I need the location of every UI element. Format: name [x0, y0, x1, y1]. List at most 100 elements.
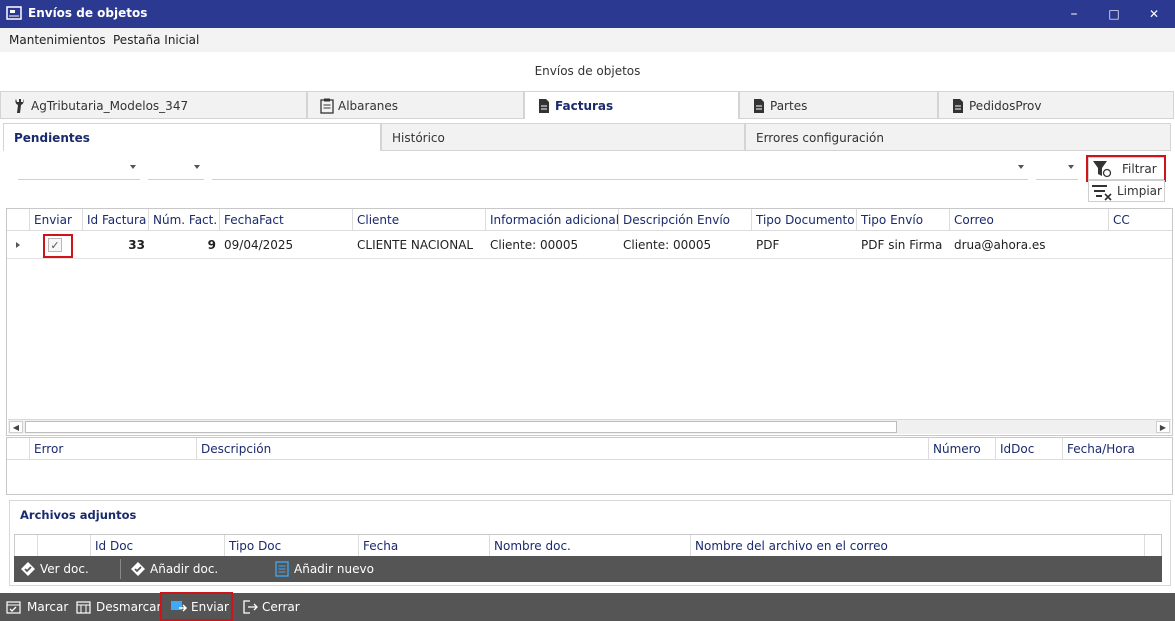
tab-label: Facturas	[555, 99, 614, 113]
cell-id-factura: 33	[128, 238, 145, 252]
highlight-box	[160, 592, 233, 621]
cell-cliente: CLIENTE NACIONAL	[357, 238, 474, 252]
document-icon	[539, 99, 549, 113]
tab-errores-configuracion[interactable]: Errores configuración	[745, 123, 1171, 151]
clipboard-icon	[320, 98, 334, 114]
tab-agtributaria[interactable]: AgTributaria_Modelos_347	[0, 91, 307, 119]
col-tipo-envio[interactable]: Tipo Envío	[857, 209, 950, 231]
col-fecha-hora[interactable]: Fecha/Hora	[1063, 438, 1172, 460]
minimize-button[interactable]: –	[1064, 4, 1084, 24]
col-tipo-documento[interactable]: Tipo Documento	[752, 209, 857, 231]
cerrar-label: Cerrar	[262, 600, 300, 614]
document-icon	[754, 99, 764, 113]
tab-label: Pendientes	[14, 131, 90, 145]
menu-mantenimientos[interactable]: Mantenimientos	[9, 33, 106, 47]
scroll-right-icon[interactable]: ▶	[1156, 421, 1170, 433]
row-indicator-header	[7, 438, 30, 460]
col-error[interactable]: Error	[30, 438, 197, 460]
col-cliente[interactable]: Cliente	[353, 209, 486, 231]
col-cc[interactable]: CC	[1109, 209, 1172, 231]
chevron-down-icon	[130, 165, 136, 169]
col-nombre-doc[interactable]: Nombre doc.	[490, 535, 691, 557]
desmarcar-label: Desmarcar	[96, 600, 162, 614]
highlight-box	[1086, 155, 1166, 182]
col-correo[interactable]: Correo	[950, 209, 1109, 231]
cell-correo: drua@ahora.es	[954, 238, 1046, 252]
tab-pedidosprov[interactable]: PedidosProv	[938, 91, 1174, 119]
marcar-button[interactable]: Marcar	[6, 593, 68, 621]
horizontal-scrollbar[interactable]: ◀ ▶	[8, 419, 1171, 434]
tab-label: Histórico	[392, 131, 445, 145]
tab-facturas[interactable]: Facturas	[524, 91, 739, 119]
cell-cc	[1109, 232, 1172, 258]
row-indicator-header	[7, 209, 30, 231]
tab-pendientes[interactable]: Pendientes	[3, 123, 381, 151]
clear-filter-icon	[1092, 185, 1112, 201]
col-descripcion-envio[interactable]: Descripción Envío	[619, 209, 752, 231]
limpiar-label: Limpiar	[1117, 184, 1162, 198]
cell-tipo-documento: PDF	[756, 238, 780, 252]
table-row[interactable]: ✓ 33 9 09/04/2025 CLIENTE NACIONAL Clien…	[7, 232, 1172, 259]
anadir-nuevo-archivo-button[interactable]: Añadir nuevo archivo...	[275, 556, 420, 602]
cell-num-fact: 9	[207, 238, 216, 252]
filter-combo-4[interactable]	[1036, 160, 1078, 180]
menu-bar: Mantenimientos Pestaña Inicial	[0, 28, 1175, 52]
col-scroll-spacer	[1145, 535, 1161, 557]
col-enviar[interactable]: Enviar	[30, 209, 83, 231]
separator	[120, 559, 121, 579]
cell-tipo-envio: PDF sin Firma	[861, 238, 943, 252]
desmarcar-button[interactable]: Desmarcar	[76, 593, 161, 621]
cell-fechafact: 09/04/2025	[224, 238, 294, 252]
col-id-doc[interactable]: Id Doc	[91, 535, 225, 557]
tab-label: PedidosProv	[969, 99, 1042, 113]
window-title: Envíos de objetos	[28, 6, 148, 20]
highlight-box	[43, 234, 73, 258]
calendar-check-icon	[6, 601, 21, 614]
col-tipo-doc[interactable]: Tipo Doc	[225, 535, 359, 557]
app-icon	[6, 6, 22, 20]
filter-combo-2[interactable]	[148, 160, 204, 180]
scrollbar-thumb[interactable]	[25, 421, 897, 433]
new-file-icon	[275, 561, 289, 577]
title-bar: Envíos de objetos – □ ✕	[0, 0, 1175, 28]
page-title: Envíos de objetos	[534, 64, 641, 78]
close-button[interactable]: ✕	[1144, 4, 1164, 24]
filter-combo-1[interactable]	[18, 160, 140, 180]
cell-informacion-adicional: Cliente: 00005	[490, 238, 579, 252]
col-nombre-archivo-correo[interactable]: Nombre del archivo en el correo	[691, 535, 1145, 557]
row-pointer-icon	[16, 242, 20, 248]
col-num-fact[interactable]: Núm. Fact.	[149, 209, 220, 231]
col-id-factura[interactable]: Id Factura	[83, 209, 149, 231]
col-fechafact[interactable]: FechaFact	[220, 209, 353, 231]
maximize-button[interactable]: □	[1104, 4, 1124, 24]
chevron-down-icon	[1068, 165, 1074, 169]
row-indicator-header	[15, 535, 38, 557]
col-descripcion[interactable]: Descripción	[197, 438, 929, 460]
cell-descripcion-envio: Cliente: 00005	[623, 238, 712, 252]
anadir-doc-asociado-button[interactable]: Añadir doc. asociado	[130, 556, 268, 602]
tab-albaranes[interactable]: Albaranes	[307, 91, 524, 119]
tab-historico[interactable]: Histórico	[381, 123, 745, 151]
tab-label: Errores configuración	[756, 131, 884, 145]
col-informacion-adicional[interactable]: Información adicional	[486, 209, 619, 231]
limpiar-button[interactable]: Limpiar	[1088, 180, 1165, 202]
menu-pestana-inicial[interactable]: Pestaña Inicial	[113, 33, 199, 47]
col-numero[interactable]: Número	[929, 438, 996, 460]
wrench-icon	[15, 99, 24, 113]
scroll-left-icon[interactable]: ◀	[9, 421, 23, 433]
col-iddoc[interactable]: IdDoc	[996, 438, 1063, 460]
tab-label: AgTributaria_Modelos_347	[31, 99, 189, 113]
attachments-title: Archivos adjuntos	[20, 508, 137, 522]
errors-grid: Error Descripción Número IdDoc Fecha/Hor…	[6, 437, 1173, 495]
tab-label: Partes	[770, 99, 808, 113]
col-fecha[interactable]: Fecha	[359, 535, 490, 557]
attachments-grid: Id Doc Tipo Doc Fecha Nombre doc. Nombre…	[14, 534, 1162, 557]
chevron-down-icon	[1018, 165, 1024, 169]
cerrar-button[interactable]: Cerrar	[242, 593, 302, 621]
tab-label: Albaranes	[338, 99, 399, 113]
facturas-grid: Enviar Id Factura Núm. Fact. FechaFact C…	[6, 208, 1173, 436]
filter-combo-3[interactable]	[212, 160, 1028, 180]
exit-icon	[243, 600, 258, 614]
ver-doc-base-button[interactable]: Ver doc. base	[20, 556, 120, 602]
tab-partes[interactable]: Partes	[739, 91, 938, 119]
